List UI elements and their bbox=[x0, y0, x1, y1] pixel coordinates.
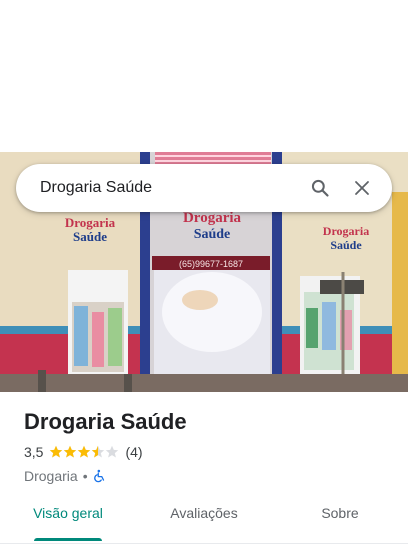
rating-stars bbox=[49, 445, 119, 459]
center-sign-line1: Drogaria bbox=[183, 210, 242, 226]
rating-value: 3,5 bbox=[24, 444, 44, 460]
tab-reviews[interactable]: Avaliações bbox=[136, 494, 272, 543]
tab-about[interactable]: Sobre bbox=[272, 494, 408, 543]
left-sign-line1: Drogaria bbox=[65, 215, 116, 230]
center-sign-line2: Saúde bbox=[194, 227, 231, 242]
place-category: Drogaria bbox=[24, 468, 78, 484]
center-phone-sign: (65)99677-1687 bbox=[179, 259, 243, 269]
place-title: Drogaria Saúde bbox=[24, 409, 187, 434]
left-sign-line2: Saúde bbox=[73, 229, 107, 244]
tab-overview-label: Visão geral bbox=[33, 505, 103, 521]
rating-row[interactable]: 3,5 (4) bbox=[24, 442, 394, 462]
tab-reviews-label: Avaliações bbox=[170, 505, 238, 521]
right-sign-line2: Saúde bbox=[330, 238, 362, 252]
category-row: Drogaria • bbox=[24, 466, 394, 486]
clear-search-button[interactable] bbox=[344, 170, 380, 206]
star-icon bbox=[64, 445, 77, 458]
search-button[interactable] bbox=[302, 170, 338, 206]
separator: • bbox=[82, 468, 88, 484]
tab-about-label: Sobre bbox=[321, 505, 359, 521]
search-input[interactable]: Drogaria Saúde bbox=[40, 179, 296, 197]
star-icon bbox=[92, 445, 105, 458]
close-icon bbox=[355, 181, 369, 195]
star-icon bbox=[106, 445, 119, 458]
tab-overview[interactable]: Visão geral bbox=[0, 494, 136, 543]
search-icon bbox=[311, 179, 329, 197]
right-sign-line1: Drogaria bbox=[323, 224, 369, 238]
wheelchair-icon bbox=[93, 469, 104, 483]
active-tab-indicator bbox=[34, 538, 102, 541]
search-bar[interactable]: Drogaria Saúde bbox=[16, 164, 392, 212]
tab-bar: Visão geral Avaliações Sobre bbox=[0, 494, 408, 544]
star-icon bbox=[50, 445, 63, 458]
star-icon bbox=[78, 445, 91, 458]
review-count[interactable]: (4) bbox=[125, 444, 142, 460]
star-rating-icon bbox=[50, 445, 119, 458]
place-info: Drogaria Saúde 3,5 (4) Drogaria • bbox=[24, 408, 394, 486]
